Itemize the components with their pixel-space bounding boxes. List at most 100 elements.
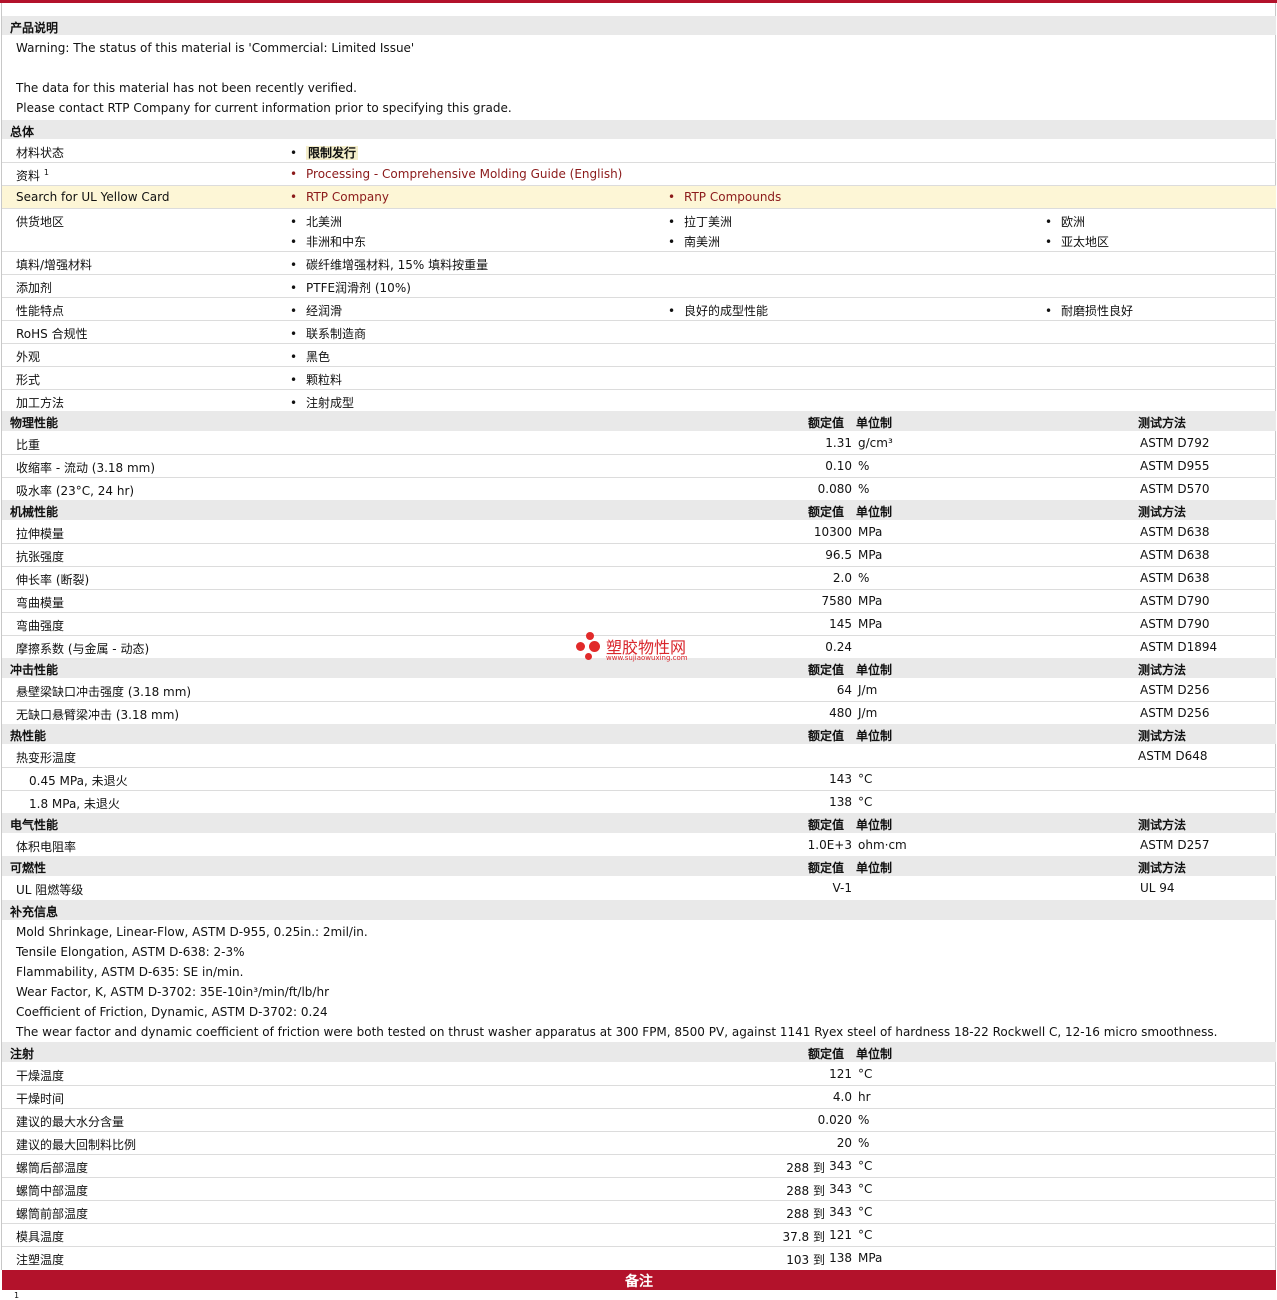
section-title: 冲击性能 bbox=[10, 663, 59, 677]
row-method: ASTM D792 bbox=[1140, 436, 1210, 450]
col-nominal: 额定值 bbox=[808, 1047, 845, 1061]
feature-item: 耐磨损性良好 bbox=[1045, 302, 1133, 319]
row-method: ASTM D570 bbox=[1140, 482, 1210, 496]
row-value: 143 bbox=[829, 772, 852, 786]
row-unit: °C bbox=[858, 772, 873, 786]
property-row: 螺筒中部温度 288 到 343 °C bbox=[2, 1178, 1276, 1201]
row-value: 121 bbox=[829, 1228, 852, 1242]
property-row: 悬壁梁缺口冲击强度 (3.18 mm) 64 J/m ASTM D256 bbox=[2, 679, 1276, 702]
general-row-process: 加工方法 注射成型 bbox=[2, 390, 1276, 411]
row-label: 螺筒前部温度 bbox=[16, 1207, 89, 1221]
row-value: 20 bbox=[836, 1136, 852, 1150]
col-unit: 单位制 bbox=[856, 1047, 893, 1061]
row-method: UL 94 bbox=[1140, 881, 1175, 895]
row-unit: % bbox=[858, 571, 870, 585]
col-unit: 单位制 bbox=[856, 505, 893, 519]
supplement-line: Coefficient of Friction, Dynamic, ASTM D… bbox=[16, 1005, 328, 1019]
row-unit: J/m bbox=[858, 683, 878, 697]
row-label: 摩擦系数 (与金属 - 动态) bbox=[16, 642, 150, 656]
row-value: 480 bbox=[829, 706, 852, 720]
property-row: 建议的最大水分含量 0.020% bbox=[2, 1109, 1276, 1132]
row-label: 形式 bbox=[16, 373, 41, 387]
row-label: 干燥温度 bbox=[16, 1069, 65, 1083]
property-row: 螺筒后部温度 288 到 343 °C bbox=[2, 1155, 1276, 1178]
section-flammability: 可燃性 额定值 单位制 测试方法 bbox=[2, 856, 1276, 876]
processing-guide-link[interactable]: Processing - Comprehensive Molding Guide… bbox=[290, 167, 622, 181]
datasheet-page: 产品说明 Warning: The status of this materia… bbox=[0, 0, 1277, 1300]
general-row-rohs: RoHS 合规性 联系制造商 bbox=[2, 321, 1276, 344]
row-unit: °C bbox=[858, 1159, 873, 1173]
row-value: 121 bbox=[829, 1067, 852, 1081]
row-unit: % bbox=[858, 459, 870, 473]
section-title: 热性能 bbox=[10, 729, 47, 743]
row-method: ASTM D638 bbox=[1140, 525, 1210, 539]
rtp-compounds-link[interactable]: RTP Compounds bbox=[668, 190, 781, 204]
row-label: 无缺口悬臂梁冲击 (3.18 mm) bbox=[16, 708, 180, 722]
row-label: 建议的最大水分含量 bbox=[16, 1115, 125, 1129]
row-unit: °C bbox=[858, 795, 873, 809]
row-label: 建议的最大回制料比例 bbox=[16, 1138, 137, 1152]
row-unit: °C bbox=[858, 1067, 873, 1081]
logo-dot bbox=[586, 632, 594, 640]
col-unit: 单位制 bbox=[856, 861, 893, 875]
row-method: ASTM D790 bbox=[1140, 617, 1210, 631]
note-number: 1 bbox=[14, 1291, 20, 1300]
warning-text: Warning: The status of this material is … bbox=[16, 41, 415, 55]
notes-title: 备注 bbox=[625, 1274, 653, 1290]
row-method: ASTM D648 bbox=[1138, 749, 1208, 763]
col-nominal: 额定值 bbox=[808, 505, 845, 519]
watermark-url: www.sujiaowuxing.com bbox=[606, 654, 688, 662]
status-value: 限制发行 bbox=[290, 144, 359, 161]
section-title: 可燃性 bbox=[10, 861, 47, 875]
rohs-value: 联系制造商 bbox=[290, 325, 366, 342]
row-value: 1.31 bbox=[825, 436, 852, 450]
rtp-company-link[interactable]: RTP Company bbox=[290, 190, 389, 204]
section-title: 电气性能 bbox=[10, 818, 59, 832]
property-row: 干燥时间 4.0 hr bbox=[2, 1086, 1276, 1109]
section-title: 物理性能 bbox=[10, 416, 59, 430]
row-unit: ohm·cm bbox=[858, 838, 907, 852]
general-row-form: 形式 颗粒料 bbox=[2, 367, 1276, 390]
form-value: 颗粒料 bbox=[290, 371, 342, 388]
row-unit: % bbox=[858, 1113, 870, 1127]
row-label: 伸长率 (断裂) bbox=[16, 573, 90, 587]
notes-header: 备注 bbox=[2, 1270, 1276, 1290]
row-label: 弯曲模量 bbox=[16, 596, 65, 610]
row-value: 0.080 bbox=[817, 482, 852, 496]
region-item: 亚太地区 bbox=[1045, 233, 1109, 250]
general-row-appearance: 外观 黑色 bbox=[2, 344, 1276, 367]
additive-value: PTFE润滑剂 (10%) bbox=[290, 279, 411, 296]
property-row: 螺筒前部温度 288 到 343 °C bbox=[2, 1201, 1276, 1224]
supplement-line: Mold Shrinkage, Linear-Flow, ASTM D-955,… bbox=[16, 925, 368, 939]
section-thermal: 热性能 额定值 单位制 测试方法 bbox=[2, 724, 1276, 744]
row-label: 模具温度 bbox=[16, 1230, 65, 1244]
row-value: 0.020 bbox=[817, 1113, 852, 1127]
filler-value: 碳纤维增强材料, 15% 填料按重量 bbox=[290, 256, 488, 273]
row-label: 添加剂 bbox=[16, 281, 53, 295]
row-value: 138 bbox=[829, 795, 852, 809]
row-value: 64 bbox=[836, 683, 852, 697]
col-unit: 单位制 bbox=[856, 416, 893, 430]
row-range-low: 103 到 bbox=[786, 1253, 825, 1267]
row-label: 材料状态 bbox=[16, 146, 65, 160]
col-method: 测试方法 bbox=[1138, 505, 1187, 519]
section-mechanical: 机械性能 额定值 单位制 测试方法 bbox=[2, 500, 1276, 520]
property-row: 0.45 MPa, 未退火 143 °C bbox=[2, 768, 1276, 791]
row-label: 体积电阻率 bbox=[16, 840, 77, 854]
row-label: Search for UL Yellow Card bbox=[16, 190, 170, 204]
row-label: 收缩率 - 流动 (3.18 mm) bbox=[16, 461, 156, 475]
col-method: 测试方法 bbox=[1138, 663, 1187, 677]
property-row: 体积电阻率 1.0E+3 ohm·cm ASTM D257 bbox=[2, 834, 1276, 856]
property-row: 抗张强度 96.5 MPa ASTM D638 bbox=[2, 544, 1276, 567]
row-unit: g/cm³ bbox=[858, 436, 893, 450]
row-value: 145 bbox=[829, 617, 852, 631]
row-value: 343 bbox=[829, 1205, 852, 1219]
property-row: 比重 1.31 g/cm³ ASTM D792 bbox=[2, 432, 1276, 455]
general-row-status: 材料状态 限制发行 bbox=[2, 140, 1276, 163]
general-row-additive: 添加剂 PTFE润滑剂 (10%) bbox=[2, 275, 1276, 298]
property-row: 建议的最大回制料比例 20% bbox=[2, 1132, 1276, 1155]
row-label: 螺筒中部温度 bbox=[16, 1184, 89, 1198]
section-physical: 物理性能 额定值 单位制 测试方法 bbox=[2, 411, 1276, 431]
row-label: 螺筒后部温度 bbox=[16, 1161, 89, 1175]
col-unit: 单位制 bbox=[856, 729, 893, 743]
